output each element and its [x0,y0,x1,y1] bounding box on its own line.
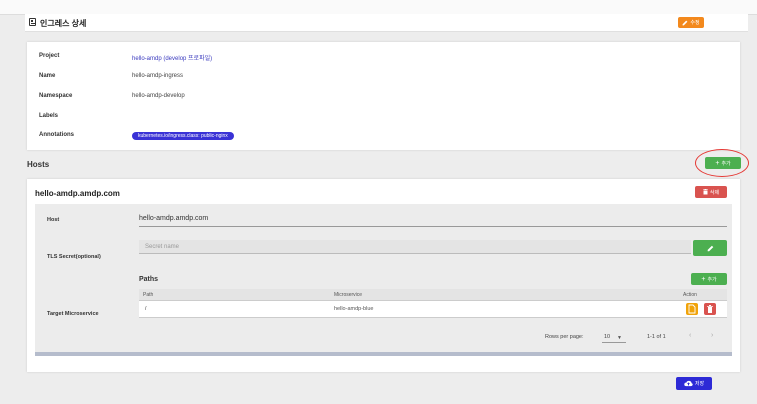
save-button-label: 저장 [694,381,705,387]
plus-icon: + [701,275,706,283]
annotation-chip: kubernetes.io/ingress.class: public-ngin… [132,132,234,140]
table-row: / hello-amdp-blue [139,301,727,318]
rows-per-page-value: 10 [604,334,611,340]
save-button[interactable]: 저장 [676,377,712,390]
dropdown-arrow-icon: ▼ [617,335,622,341]
detail-icon [29,18,36,26]
edit-document-icon [688,304,696,314]
project-label: Project [39,53,60,59]
microservice-link[interactable]: hello-amdp-blue [334,306,373,312]
tls-secret-input[interactable]: Secret name [139,240,691,254]
pagination-range: 1-1 of 1 [647,334,666,340]
delete-host-button[interactable]: 삭제 [695,186,727,198]
target-microservice-label: Target Microservice [47,311,99,317]
trash-icon [702,189,708,195]
namespace-value: hello-amdp-develop [132,93,185,99]
trash-icon [707,305,713,313]
path-column-header: Path [143,292,154,298]
table-header: Path Microservice Action [139,289,727,301]
add-path-button[interactable]: + 추가 [691,273,727,285]
paths-title: Paths [139,276,159,283]
action-column-header: Action [683,292,697,298]
tls-label: TLS Secret(optional) [47,254,101,260]
namespace-label: Namespace [39,93,73,99]
path-cell: / [145,306,147,312]
annotations-label: Annotations [39,132,74,138]
name-label: Name [39,73,56,79]
add-host-button[interactable]: + 추가 [705,157,741,169]
labels-label: Labels [39,113,59,119]
host-input[interactable]: hello-amdp.amdp.com [139,212,727,227]
ingress-info-card: Project hello-amdp (develop 프로파일) Name h… [27,42,740,150]
host-card: hello-amdp.amdp.com 삭제 Host hello-amdp.a… [27,179,740,372]
rows-per-page-label: Rows per page: [545,334,584,340]
microservice-column-header: Microservice [334,292,363,298]
hosts-title: Hosts [27,160,50,169]
cloud-upload-icon [684,380,693,387]
horizontal-scrollbar[interactable] [35,352,732,356]
delete-host-label: 삭제 [709,189,720,196]
add-path-label: 추가 [707,276,717,283]
pencil-icon [707,245,713,251]
add-host-label: 추가 [721,160,731,167]
tls-edit-button[interactable] [693,240,727,256]
page-title: 인그레스 상세 [40,19,87,28]
name-value: hello-amdp-ingress [132,73,184,79]
edit-button-label: 수정 [690,20,700,26]
previous-page-icon[interactable]: ‹ [689,332,691,339]
pencil-icon [682,20,688,25]
host-label: Host [47,217,60,223]
edit-path-button[interactable] [686,303,698,315]
rows-per-page-select[interactable]: 10 ▼ [602,332,626,343]
host-card-title: hello-amdp.amdp.com [35,189,120,198]
plus-icon: + [715,159,720,167]
delete-path-button[interactable] [704,303,716,315]
top-bar [0,0,757,15]
host-detail-panel: Host hello-amdp.amdp.com TLS Secret(opti… [35,204,732,356]
next-page-icon[interactable]: › [711,332,713,339]
page-header: 인그레스 상세 [25,14,748,32]
edit-button[interactable]: 수정 [678,17,704,28]
project-link[interactable]: hello-amdp (develop 프로파일) [132,53,212,62]
